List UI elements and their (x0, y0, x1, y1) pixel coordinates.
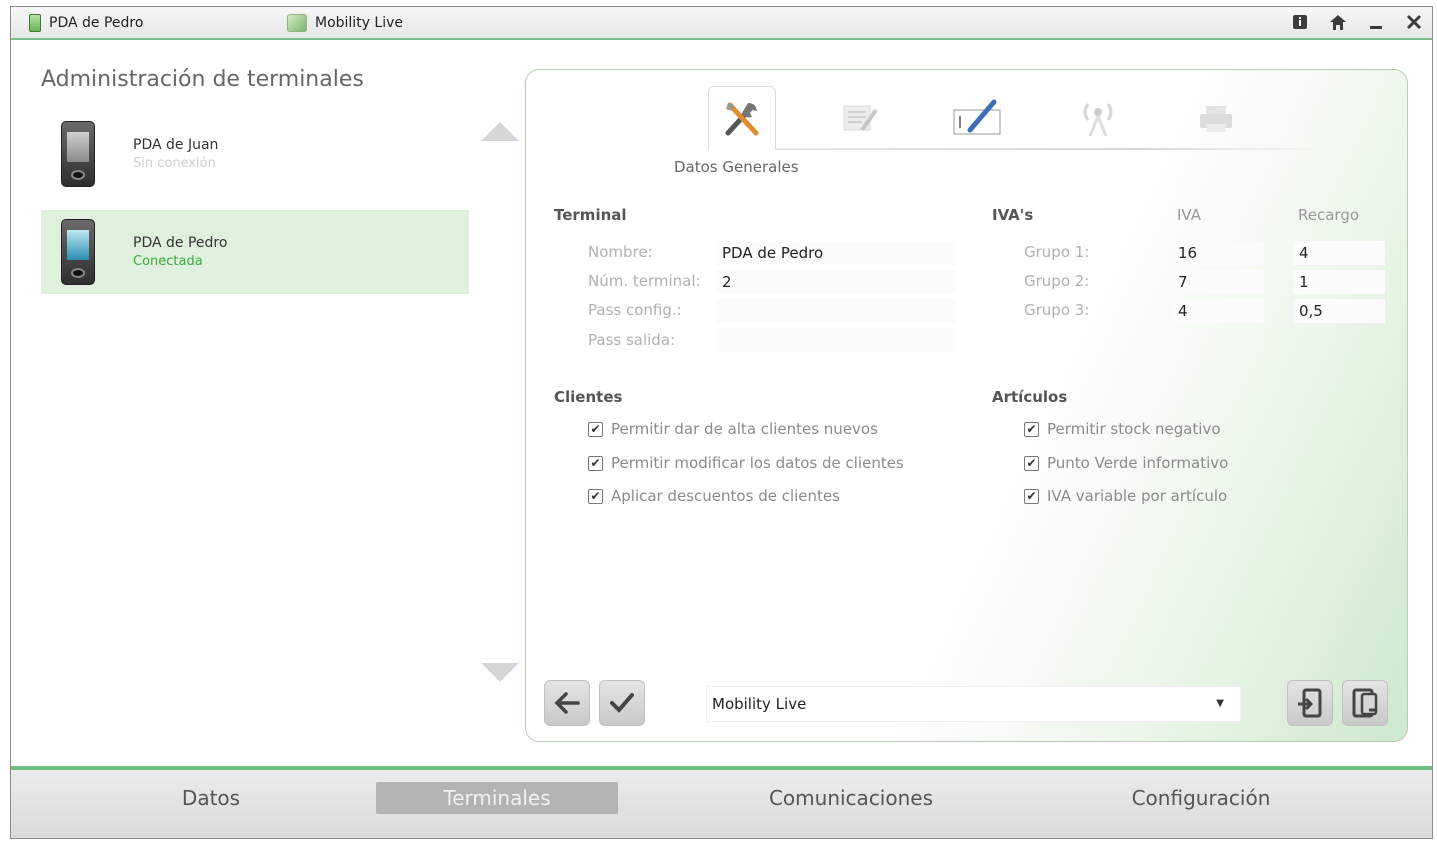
pda-icon (29, 14, 41, 32)
app-title: Mobility Live (315, 15, 404, 31)
option-punto-verde[interactable]: ✔ Punto Verde informativo (1024, 454, 1228, 472)
terminal-detail-card: Datos Generales Terminal Nombre: PDA de … (525, 69, 1408, 742)
tab-signature[interactable] (944, 86, 1012, 150)
close-icon (1406, 14, 1422, 30)
info-icon (1293, 15, 1307, 29)
pass-exit-field[interactable] (716, 328, 956, 352)
option-variable-iva[interactable]: ✔ IVA variable por artículo (1024, 487, 1227, 505)
device-name: PDA de Juan (133, 137, 219, 153)
scroll-down-arrow-icon[interactable] (481, 663, 519, 682)
arrow-left-icon (554, 692, 580, 714)
recargo-column-header: Recargo (1298, 206, 1360, 224)
pass-exit-label: Pass salida: (588, 331, 676, 349)
option-label: IVA variable por artículo (1047, 487, 1228, 505)
name-label: Nombre: (588, 243, 653, 261)
checkbox-checked-icon[interactable]: ✔ (1024, 421, 1039, 437)
dropdown-arrow-icon: ▼ (1216, 698, 1224, 709)
minimize-icon (1370, 26, 1382, 29)
nav-terminales[interactable]: Terminales (376, 782, 618, 814)
import-button[interactable] (1287, 680, 1333, 726)
tab-connection[interactable] (1064, 86, 1132, 150)
group-1-iva-field[interactable]: 16 (1172, 241, 1264, 265)
home-button[interactable] (1328, 11, 1348, 33)
option-label: Punto Verde informativo (1047, 454, 1229, 472)
option-apply-client-discounts[interactable]: ✔ Aplicar descuentos de clientes (588, 487, 840, 505)
tab-general[interactable] (708, 86, 776, 150)
home-icon (1330, 14, 1346, 30)
group-1-label: Grupo 1: (1024, 243, 1090, 261)
device-list: PDA de Juan Sin conexión PDA de Pedro Co… (41, 112, 469, 294)
export-button[interactable] (1342, 680, 1388, 726)
clientes-section-title: Clientes (554, 388, 623, 406)
iva-column-header: IVA (1177, 206, 1201, 224)
checkmark-icon (610, 693, 634, 713)
name-field[interactable]: PDA de Pedro (716, 241, 956, 265)
terminal-section-title: Terminal (554, 206, 627, 224)
terminal-indicator: PDA de Pedro (29, 14, 143, 32)
pass-config-label: Pass config.: (588, 301, 682, 319)
mobility-logo-icon (287, 14, 307, 32)
window-controls (1290, 11, 1424, 33)
notepad-icon (843, 105, 878, 132)
group-1-recargo-field[interactable]: 4 (1293, 241, 1385, 265)
group-3-recargo-field[interactable]: 0,5 (1293, 299, 1385, 323)
import-device-icon (1298, 688, 1322, 718)
checkbox-checked-icon[interactable]: ✔ (588, 455, 603, 471)
nav-datos[interactable]: Datos (141, 782, 281, 814)
device-name: PDA de Pedro (133, 235, 228, 251)
pda-device-icon (61, 219, 95, 285)
terminal-number-field[interactable]: 2 (716, 270, 956, 294)
pen-icon (953, 99, 1001, 135)
option-allow-negative-stock[interactable]: ✔ Permitir stock negativo (1024, 420, 1221, 438)
export-device-icon (1352, 688, 1378, 718)
device-status: Sin conexión (133, 156, 216, 171)
terminal-number-label: Núm. terminal: (588, 272, 701, 290)
option-allow-new-clients[interactable]: ✔ Permitir dar de alta clientes nuevos (588, 420, 878, 438)
nav-configuracion[interactable]: Configuración (1091, 782, 1311, 814)
articulos-section-title: Artículos (992, 388, 1068, 406)
group-2-iva-field[interactable]: 7 (1172, 270, 1264, 294)
active-tab-label: Datos Generales (674, 158, 799, 176)
option-label: Permitir stock negativo (1047, 420, 1221, 438)
pda-device-icon (61, 121, 95, 187)
scroll-up-arrow-icon[interactable] (481, 122, 519, 141)
tab-printer[interactable] (1182, 86, 1250, 150)
page-title: Administración de terminales (41, 67, 364, 92)
antenna-icon (1083, 103, 1113, 137)
minimize-button[interactable] (1366, 11, 1386, 33)
tab-bar (708, 86, 1328, 152)
printer-icon (1200, 106, 1232, 132)
confirm-button[interactable] (599, 680, 645, 726)
terminal-indicator-label: PDA de Pedro (49, 15, 144, 31)
device-item-pedro[interactable]: PDA de Pedro Conectada (41, 210, 469, 294)
bottom-nav: Datos Terminales Comunicaciones Configur… (11, 766, 1432, 838)
device-item-juan[interactable]: PDA de Juan Sin conexión (41, 112, 469, 196)
title-bar: PDA de Pedro Mobility Live (11, 7, 1432, 40)
app-window: PDA de Pedro Mobility Live Administració… (10, 6, 1433, 839)
option-allow-edit-clients[interactable]: ✔ Permitir modificar los datos de client… (588, 454, 904, 472)
option-label: Permitir modificar los datos de clientes (611, 454, 904, 472)
group-2-recargo-field[interactable]: 1 (1293, 270, 1385, 294)
checkbox-checked-icon[interactable]: ✔ (588, 488, 603, 504)
application-select[interactable]: Mobility Live ▼ (706, 686, 1241, 722)
tools-icon (725, 102, 759, 135)
group-3-label: Grupo 3: (1024, 301, 1090, 319)
nav-comunicaciones[interactable]: Comunicaciones (731, 782, 971, 814)
device-status: Conectada (133, 254, 203, 269)
close-button[interactable] (1404, 11, 1424, 33)
iva-section-title: IVA's (992, 206, 1034, 224)
checkbox-checked-icon[interactable]: ✔ (1024, 488, 1039, 504)
checkbox-checked-icon[interactable]: ✔ (1024, 455, 1039, 471)
option-label: Permitir dar de alta clientes nuevos (611, 420, 878, 438)
tab-notes[interactable] (826, 86, 894, 150)
pass-config-field[interactable] (716, 299, 956, 323)
group-3-iva-field[interactable]: 4 (1172, 299, 1264, 323)
back-button[interactable] (544, 680, 590, 726)
info-button[interactable] (1290, 11, 1310, 33)
checkbox-checked-icon[interactable]: ✔ (588, 421, 603, 437)
option-label: Aplicar descuentos de clientes (611, 487, 840, 505)
group-2-label: Grupo 2: (1024, 272, 1090, 290)
application-select-value: Mobility Live (712, 695, 807, 713)
app-indicator: Mobility Live (287, 14, 403, 32)
